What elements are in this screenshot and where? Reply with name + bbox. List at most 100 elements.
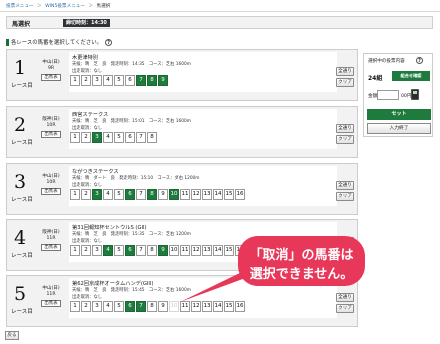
- horse-number-button[interactable]: 5: [114, 189, 124, 200]
- horse-number-button[interactable]: 14: [213, 189, 223, 200]
- horse-number-button[interactable]: 14: [213, 245, 223, 256]
- horse-number-button[interactable]: 4: [103, 75, 113, 86]
- horse-number-button[interactable]: 10: [169, 189, 179, 200]
- horse-number-button[interactable]: 7: [136, 132, 146, 143]
- horse-number-button[interactable]: 7: [136, 189, 146, 200]
- clear-button[interactable]: クリア: [336, 192, 354, 201]
- amount-input[interactable]: [377, 90, 399, 100]
- horse-number-button[interactable]: 14: [213, 301, 223, 312]
- horse-number-button[interactable]: 6: [125, 301, 135, 312]
- race-info: 西宮ステークス 天候：晴 芝 良 発走時刻：15:01 コース：芝右 1600m 出…: [69, 109, 337, 149]
- calculator-icon[interactable]: [411, 89, 419, 100]
- horse-number-button[interactable]: 4: [103, 245, 113, 256]
- entries-button[interactable]: 出馬表: [41, 244, 61, 251]
- horse-number-button[interactable]: 16: [235, 301, 245, 312]
- horse-number-button[interactable]: 6: [125, 75, 135, 86]
- horse-number-button[interactable]: 9: [158, 245, 168, 256]
- horse-number-button[interactable]: 1: [70, 189, 80, 200]
- race-detail: 天候：晴 芝 良 発走時刻：14:35 コース：芝右 1600m: [72, 62, 191, 67]
- horse-number-button[interactable]: 3: [92, 75, 102, 86]
- clear-button[interactable]: クリア: [336, 304, 354, 313]
- race-detail: 天候：晴 芝 良 発走時刻：15:45 コース：芝右 1600m: [72, 288, 191, 293]
- race-cancellations: 出走取消：なし: [72, 183, 103, 188]
- horse-number-row: 12345678: [70, 132, 157, 143]
- entries-button[interactable]: 出馬表: [41, 74, 61, 81]
- cancelled-horse-callout: 「取消」の馬番は 選択できません。: [238, 236, 365, 286]
- horse-number-button[interactable]: 2: [81, 132, 91, 143]
- horse-number-button[interactable]: 4: [103, 189, 113, 200]
- horse-number-button[interactable]: 1: [70, 301, 80, 312]
- horse-number-button[interactable]: 15: [224, 301, 234, 312]
- horse-number-button[interactable]: 11: [180, 189, 190, 200]
- horse-number-button[interactable]: 3: [92, 301, 102, 312]
- breadcrumb-item-win5-menu[interactable]: WIN5投票メニュー: [45, 4, 85, 9]
- select-all-button[interactable]: 全通り: [336, 293, 354, 302]
- horse-number-button[interactable]: 11: [180, 301, 190, 312]
- help-icon[interactable]: ?: [416, 57, 423, 64]
- horse-number-button[interactable]: 15: [224, 189, 234, 200]
- horse-number-button[interactable]: 5: [114, 75, 124, 86]
- horse-number-button[interactable]: 6: [125, 189, 135, 200]
- horse-number-button[interactable]: 2: [81, 245, 91, 256]
- horse-number-button[interactable]: 8: [147, 132, 157, 143]
- horse-number-row: 12345678910111213141516: [70, 245, 245, 256]
- back-button[interactable]: 戻る: [5, 331, 19, 340]
- horse-number-button[interactable]: 5: [114, 132, 124, 143]
- breadcrumb-divider: [0, 11, 440, 12]
- horse-number-button[interactable]: 6: [125, 245, 135, 256]
- entries-button[interactable]: 出馬表: [41, 131, 61, 138]
- horse-number-button[interactable]: 2: [81, 301, 91, 312]
- horse-number-button[interactable]: 8: [147, 75, 157, 86]
- horse-number-button[interactable]: 7: [136, 75, 146, 86]
- select-all-button[interactable]: 全通り: [336, 181, 354, 190]
- page-header: 馬選択 締切時刻：14:30: [6, 16, 433, 29]
- horse-number-button[interactable]: 1: [70, 245, 80, 256]
- finish-input-button[interactable]: 入力終了: [367, 123, 431, 134]
- horse-number-button[interactable]: 9: [158, 301, 168, 312]
- horse-number-button[interactable]: 12: [191, 245, 201, 256]
- race-venue: 中山(日) 10R: [40, 174, 62, 186]
- horse-number-button[interactable]: 8: [147, 189, 157, 200]
- clear-button[interactable]: クリア: [336, 135, 354, 144]
- horse-number-button[interactable]: 4: [103, 132, 113, 143]
- race-number: 1: [14, 57, 27, 79]
- race-round: 10R: [46, 180, 56, 185]
- entries-button[interactable]: 出馬表: [41, 188, 61, 195]
- horse-number-button[interactable]: 12: [191, 301, 201, 312]
- horse-number-button[interactable]: 15: [224, 245, 234, 256]
- breadcrumb-item-vote-menu[interactable]: 投票メニュー: [6, 4, 34, 9]
- horse-number-button[interactable]: 5: [114, 301, 124, 312]
- horse-number-button[interactable]: 4: [103, 301, 113, 312]
- breadcrumb: 投票メニュー ＞ WIN5投票メニュー ＞ 馬選択: [6, 3, 112, 9]
- horse-number-button[interactable]: 1: [70, 132, 80, 143]
- select-all-button[interactable]: 全通り: [336, 67, 354, 76]
- horse-number-button[interactable]: 3: [92, 189, 102, 200]
- horse-number-button[interactable]: 13: [202, 245, 212, 256]
- horse-number-button[interactable]: 13: [202, 189, 212, 200]
- horse-number-button[interactable]: 10: [169, 245, 179, 256]
- check-combinations-button[interactable]: 組合せ確認: [392, 71, 430, 81]
- set-button[interactable]: セット: [367, 109, 431, 120]
- help-icon[interactable]: ?: [105, 39, 113, 46]
- horse-number-button[interactable]: 2: [81, 75, 91, 86]
- horse-number-button[interactable]: 13: [202, 301, 212, 312]
- horse-number-button[interactable]: 11: [180, 245, 190, 256]
- horse-number-button[interactable]: 12: [191, 189, 201, 200]
- horse-number-button[interactable]: 8: [147, 245, 157, 256]
- horse-number-button[interactable]: 9: [158, 189, 168, 200]
- entries-button[interactable]: 出馬表: [41, 300, 61, 307]
- race-name: 西宮ステークス: [72, 112, 109, 118]
- horse-number-button[interactable]: 3: [92, 245, 102, 256]
- horse-number-button[interactable]: 7: [136, 245, 146, 256]
- horse-number-button[interactable]: 6: [125, 132, 135, 143]
- select-all-button[interactable]: 全通り: [336, 124, 354, 133]
- horse-number-button[interactable]: 8: [147, 301, 157, 312]
- horse-number-button[interactable]: 7: [136, 301, 146, 312]
- horse-number-button[interactable]: 2: [81, 189, 91, 200]
- horse-number-button[interactable]: 3: [92, 132, 102, 143]
- horse-number-button[interactable]: 16: [235, 189, 245, 200]
- horse-number-button[interactable]: 1: [70, 75, 80, 86]
- horse-number-button[interactable]: 9: [158, 75, 168, 86]
- horse-number-button[interactable]: 5: [114, 245, 124, 256]
- clear-button[interactable]: クリア: [336, 78, 354, 87]
